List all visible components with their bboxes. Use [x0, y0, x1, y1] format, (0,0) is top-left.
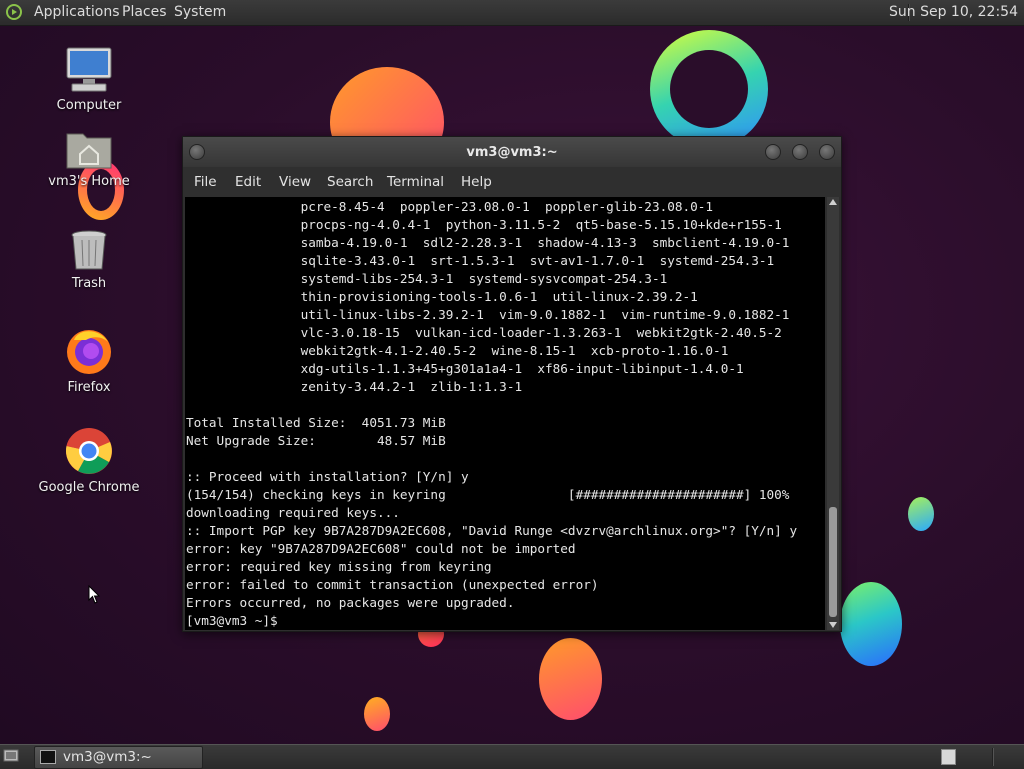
terminal-window[interactable]: vm3@vm3:~ File Edit View Search Terminal…: [182, 136, 842, 632]
wallpaper-ring: [650, 30, 768, 148]
desktop-icon-label: Computer: [56, 98, 122, 113]
terminal-line: error: required key missing from keyring: [186, 559, 492, 574]
menu-search[interactable]: Search: [327, 174, 373, 190]
terminal-line: Errors occurred, no packages were upgrad…: [186, 595, 515, 610]
terminal-scrollbar[interactable]: [827, 197, 839, 630]
wallpaper-shape: [364, 697, 390, 731]
menu-file[interactable]: File: [194, 174, 217, 190]
terminal-line: samba-4.19.0-1 sdl2-2.28.3-1 shadow-4.13…: [186, 235, 790, 250]
terminal-line: xdg-utils-1.1.3+45+g301a1a4-1 xf86-input…: [186, 361, 744, 376]
chrome-icon: [65, 428, 112, 474]
clock[interactable]: Sun Sep 10, 22:54: [889, 4, 1018, 20]
desktop-icon-home[interactable]: vm3's Home: [34, 128, 144, 189]
terminal-line: Net Upgrade Size: 48.57 MiB: [186, 433, 446, 448]
terminal-icon: [40, 750, 56, 764]
menu-help[interactable]: Help: [461, 174, 492, 190]
menu-edit[interactable]: Edit: [235, 174, 261, 190]
show-desktop-icon[interactable]: [3, 749, 19, 763]
terminal-line: Total Installed Size: 4051.73 MiB: [186, 415, 446, 430]
firefox-icon: [67, 330, 111, 374]
minimize-button[interactable]: [765, 144, 781, 160]
wallpaper-shape: [908, 497, 934, 531]
desktop-icon-label: Trash: [71, 276, 107, 291]
maximize-button[interactable]: [792, 144, 808, 160]
scrollbar-thumb[interactable]: [829, 507, 837, 617]
terminal-line: (154/154) checking keys in keyring [####…: [186, 487, 790, 502]
desktop-icon-label: Google Chrome: [38, 480, 140, 495]
computer-icon: [66, 47, 112, 92]
close-button[interactable]: [819, 144, 835, 160]
terminal-line: :: Proceed with installation? [Y/n] y: [186, 469, 469, 484]
desktop-icon-trash[interactable]: Trash: [34, 228, 144, 291]
mouse-cursor-icon: [88, 585, 100, 604]
menu-view[interactable]: View: [279, 174, 311, 190]
terminal-line: pcre-8.45-4 poppler-23.08.0-1 poppler-gl…: [186, 199, 714, 214]
terminal-output[interactable]: pcre-8.45-4 poppler-23.08.0-1 poppler-gl…: [185, 197, 825, 630]
scroll-down-arrow-icon[interactable]: [829, 622, 837, 628]
desktop-icon-chrome[interactable]: Google Chrome: [34, 426, 144, 495]
home-folder-icon: [66, 133, 112, 169]
scroll-up-arrow-icon[interactable]: [829, 199, 837, 205]
terminal-line: sqlite-3.43.0-1 srt-1.5.3-1 svt-av1-1.7.…: [186, 253, 775, 268]
terminal-line: error: key "9B7A287D9A2EC608" could not …: [186, 541, 576, 556]
taskbar-button-label: vm3@vm3:~: [63, 749, 152, 765]
workspace-switcher[interactable]: [941, 749, 956, 765]
terminal-line: error: failed to commit transaction (une…: [186, 577, 599, 592]
system-menu[interactable]: System: [174, 4, 226, 20]
wallpaper-shape: [539, 638, 602, 720]
taskbar-button-terminal[interactable]: vm3@vm3:~: [34, 746, 203, 769]
terminal-line: :: Import PGP key 9B7A287D9A2EC608, "Dav…: [186, 523, 798, 538]
top-panel: Applications Places System Sun Sep 10, 2…: [0, 0, 1024, 26]
terminal-line: downloading required keys...: [186, 505, 400, 520]
terminal-menubar: File Edit View Search Terminal Help: [183, 167, 841, 197]
terminal-line: zenity-3.44.2-1 zlib-1:1.3-1: [186, 379, 523, 394]
trash-icon: [71, 230, 107, 270]
wallpaper-shape: [840, 582, 902, 666]
panel-separator: [992, 748, 994, 766]
distro-logo-icon[interactable]: [6, 4, 22, 20]
terminal-line: vlc-3.0.18-15 vulkan-icd-loader-1.3.263-…: [186, 325, 782, 340]
places-menu[interactable]: Places: [122, 4, 167, 20]
terminal-line: webkit2gtk-4.1-2.40.5-2 wine-8.15-1 xcb-…: [186, 343, 729, 358]
terminal-line: thin-provisioning-tools-1.0.6-1 util-lin…: [186, 289, 698, 304]
desktop-icon-label: vm3's Home: [48, 174, 130, 189]
desktop-icon-label: Firefox: [67, 380, 111, 395]
terminal-line: [vm3@vm3 ~]$: [186, 613, 286, 628]
window-title: vm3@vm3:~: [466, 145, 558, 160]
desktop-icon-computer[interactable]: Computer: [34, 46, 144, 113]
menu-terminal[interactable]: Terminal: [387, 174, 444, 190]
terminal-line: util-linux-libs-2.39.2-1 vim-9.0.1882-1 …: [186, 307, 790, 322]
applications-menu[interactable]: Applications: [34, 4, 120, 20]
desktop-icon-firefox[interactable]: Firefox: [34, 326, 144, 395]
window-titlebar[interactable]: vm3@vm3:~: [183, 137, 841, 167]
terminal-line: systemd-libs-254.3-1 systemd-sysvcompat-…: [186, 271, 668, 286]
terminal-line: procps-ng-4.0.4-1 python-3.11.5-2 qt5-ba…: [186, 217, 782, 232]
bottom-panel: vm3@vm3:~: [0, 744, 1024, 769]
